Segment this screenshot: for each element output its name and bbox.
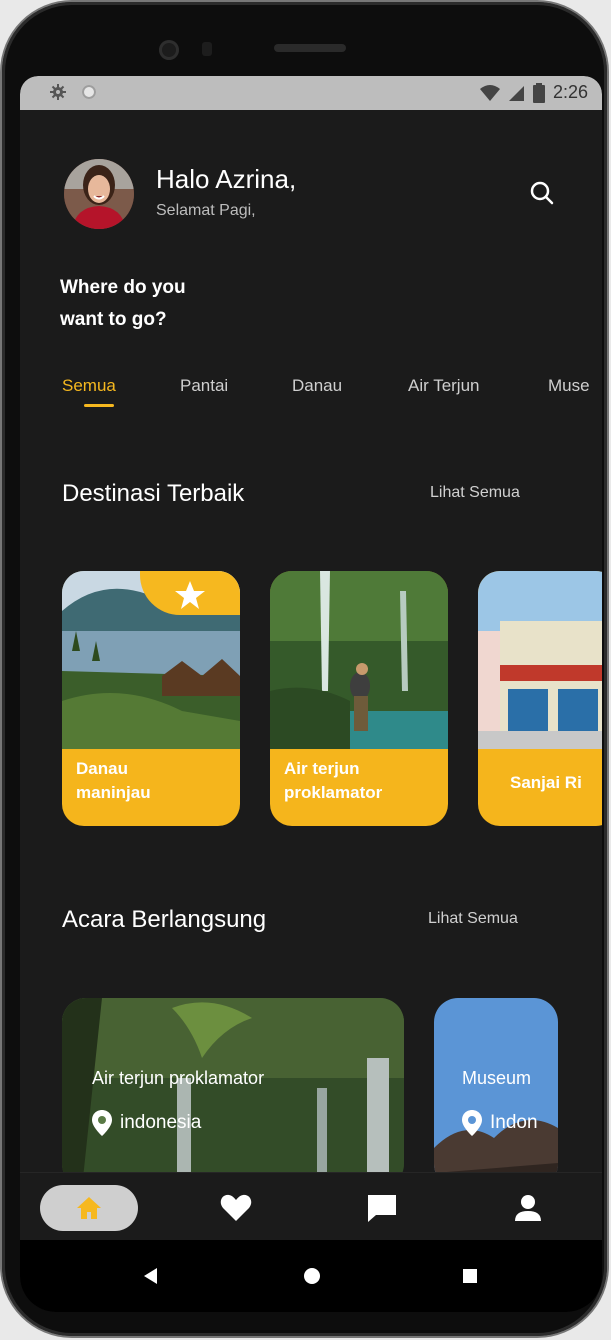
event-name: Air terjun proklamator (92, 1068, 265, 1088)
proximity-sensor (202, 42, 212, 56)
home-system-button[interactable] (300, 1264, 324, 1288)
greeting-text: Halo Azrina, (156, 164, 297, 194)
destination-name-line-2: proklamator (284, 783, 383, 802)
event-location-text: Indon (490, 1112, 538, 1133)
destination-card[interactable]: Air terjun proklamator (270, 571, 448, 826)
avatar[interactable] (64, 159, 134, 229)
nav-profile-button[interactable] (508, 1185, 548, 1231)
active-tab-indicator (84, 404, 114, 407)
status-bar: 2:26 (20, 76, 602, 110)
nav-home-button[interactable] (40, 1185, 138, 1231)
destination-name: Air terjun proklamator (284, 757, 444, 805)
tab-air-terjun[interactable]: Air Terjun (408, 376, 480, 396)
tab-pantai[interactable]: Pantai (180, 376, 228, 396)
wifi-icon (479, 84, 500, 101)
recents-button[interactable] (458, 1264, 482, 1288)
featured-badge (140, 571, 240, 615)
destination-name: Sanjai Ri (492, 771, 602, 795)
greeting-subtitle: Selamat Pagi, (156, 202, 256, 219)
home-circle-icon (304, 1268, 320, 1284)
see-all-destinations-link[interactable]: Lihat Semua (430, 484, 520, 502)
event-location-text: indonesia (120, 1112, 202, 1133)
tab-semua[interactable]: Semua (62, 376, 116, 396)
section-title-best-destinations: Destinasi Terbaik (62, 480, 245, 507)
tab-museum[interactable]: Muse (548, 376, 590, 396)
back-button[interactable] (138, 1264, 162, 1288)
search-icon (530, 181, 554, 205)
profile-icon (515, 1195, 541, 1221)
page-heading: Where do you want to go? (60, 272, 280, 336)
heading-line-2: want to go? (60, 309, 167, 330)
home-icon (77, 1197, 101, 1219)
cell-signal-icon (508, 85, 524, 101)
recents-square-icon (463, 1269, 477, 1283)
heart-icon (220, 1194, 252, 1221)
tab-danau[interactable]: Danau (292, 376, 342, 396)
settings-gear-icon (50, 84, 66, 100)
destination-name: Danau maninjau (76, 757, 236, 805)
destination-card[interactable]: Danau maninjau (62, 571, 240, 826)
event-card[interactable]: Air terjun proklamator indonesia (62, 998, 404, 1188)
phone-frame: 2:26 Halo Azrina, Selamat Pagi, Where do… (2, 2, 607, 1336)
destination-name-line-2: maninjau (76, 783, 151, 802)
event-card[interactable]: Museum Indon (434, 998, 558, 1188)
destination-photo-waterfall (270, 571, 448, 749)
destination-name-line-1: Air terjun (284, 759, 360, 778)
destination-card[interactable]: Sanjai Ri (478, 571, 602, 826)
event-photo-waterfall (62, 998, 404, 1188)
see-all-events-link[interactable]: Lihat Semua (428, 910, 518, 928)
location-pin-icon (92, 1110, 112, 1136)
front-camera (159, 40, 179, 60)
nav-messages-button[interactable] (362, 1185, 402, 1231)
nav-favorites-button[interactable] (216, 1185, 256, 1231)
system-navigation-bar (20, 1240, 602, 1312)
chat-icon (368, 1195, 396, 1222)
back-triangle-icon (144, 1268, 157, 1284)
star-icon (175, 581, 205, 609)
destination-photo-shop (478, 571, 602, 749)
avatar-photo (64, 159, 134, 229)
bottom-navigation (20, 1172, 602, 1241)
heading-line-1: Where do you (60, 277, 186, 298)
battery-icon (532, 82, 545, 103)
event-location: indonesia (92, 1110, 201, 1136)
search-button[interactable] (524, 176, 560, 212)
destination-name-line-1: Sanjai Ri (510, 773, 582, 792)
app-screen: 2:26 Halo Azrina, Selamat Pagi, Where do… (20, 76, 602, 1312)
event-location: Indon (462, 1110, 538, 1136)
destination-name-line-1: Danau (76, 759, 128, 778)
status-time: 2:26 (552, 82, 588, 102)
earpiece-speaker (274, 44, 346, 52)
location-pin-icon (462, 1110, 482, 1136)
notification-dot-icon (82, 85, 96, 99)
section-title-ongoing-events: Acara Berlangsung (62, 906, 267, 933)
event-photo-museum (434, 998, 558, 1188)
event-name: Museum (462, 1068, 532, 1088)
